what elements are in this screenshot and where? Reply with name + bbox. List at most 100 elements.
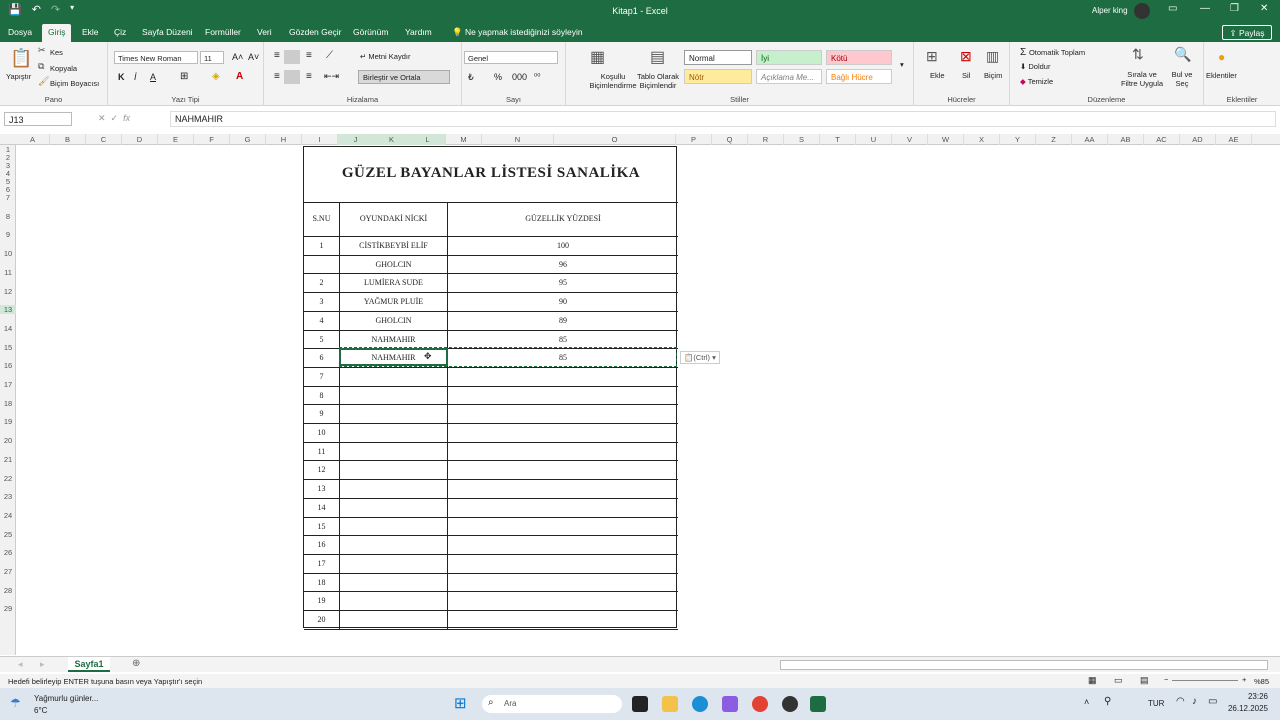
find-select-icon[interactable]: 🔍 — [1174, 46, 1191, 63]
decimal-icon[interactable]: ⁰⁰ — [534, 72, 540, 81]
row-header[interactable]: 10 — [0, 249, 16, 258]
row-header[interactable]: 14 — [0, 324, 16, 333]
start-icon[interactable]: ⊞ — [454, 694, 467, 712]
align-right-icon[interactable]: ≡ — [306, 71, 312, 82]
table-cell[interactable]: 1 — [304, 241, 339, 250]
copy-icon[interactable]: ⧉ — [38, 61, 44, 72]
borders-icon[interactable]: ⊞ — [180, 71, 188, 82]
row-header[interactable]: 23 — [0, 492, 16, 501]
delete-cells-icon[interactable]: ⊠ — [960, 48, 972, 65]
table-cell[interactable]: 2 — [304, 278, 339, 287]
zoom-in-icon[interactable]: + — [1242, 675, 1246, 684]
volume-icon[interactable]: ♪ — [1192, 696, 1197, 707]
column-header[interactable]: O — [554, 134, 676, 145]
format-painter-icon[interactable]: 🖌 — [38, 76, 49, 87]
table-cell[interactable]: 9 — [304, 409, 339, 418]
bold-button[interactable]: K — [118, 72, 125, 82]
column-header[interactable]: D — [122, 134, 158, 145]
row-header[interactable]: 13 — [0, 305, 16, 315]
table-cell[interactable]: 14 — [304, 503, 339, 512]
column-header[interactable]: Q — [712, 134, 748, 145]
table-cell[interactable]: 15 — [304, 522, 339, 531]
row-header[interactable]: 24 — [0, 511, 16, 520]
merge-center-button[interactable]: Birleştir ve Ortala — [358, 70, 450, 84]
zoom-slider[interactable] — [1172, 680, 1238, 681]
zoom-out-icon[interactable]: − — [1164, 675, 1168, 684]
column-header[interactable]: I — [302, 134, 338, 145]
copilot-icon[interactable] — [722, 696, 738, 712]
paste-button[interactable]: Yapıştır — [6, 72, 31, 81]
tab-ekle[interactable]: Ekle — [82, 27, 99, 37]
row-header[interactable]: 15 — [0, 343, 16, 352]
ribbon-display-icon[interactable]: ▭ — [1168, 3, 1177, 14]
copy-button[interactable]: Kopyala — [50, 64, 77, 73]
tab-giris[interactable]: Giriş — [42, 24, 72, 42]
conditional-format-icon[interactable]: ▦ — [590, 47, 605, 67]
style-iyi[interactable]: İyi — [756, 50, 822, 65]
column-header[interactable]: U — [856, 134, 892, 145]
table-title[interactable]: GÜZEL BAYANLAR LİSTESİ SANALİKA — [304, 165, 678, 182]
table-header-cell[interactable]: S.NU — [304, 214, 339, 223]
table-cell[interactable]: 90 — [448, 297, 678, 306]
table-cell[interactable]: 10 — [304, 428, 339, 437]
wrap-text-button[interactable]: ↵ Metni Kaydır — [360, 52, 410, 61]
tab-veri[interactable]: Veri — [257, 27, 272, 37]
horizontal-scrollbar[interactable] — [780, 660, 1268, 670]
decrease-font-icon[interactable]: A˅ — [248, 52, 259, 62]
table-header-cell[interactable]: OYUNDAKİ NİCKİ — [340, 214, 447, 223]
sheet-tab-sayfa1[interactable]: Sayfa1 — [68, 657, 110, 672]
tab-gorunum[interactable]: Görünüm — [353, 27, 388, 37]
column-header[interactable]: C — [86, 134, 122, 145]
format-cells-button[interactable]: Biçim — [984, 71, 1002, 80]
addins-icon[interactable]: ● — [1218, 50, 1225, 64]
add-sheet-icon[interactable]: ⊕ — [132, 658, 140, 669]
column-header[interactable]: S — [784, 134, 820, 145]
fx-icon[interactable]: ✕ ✓ fx — [98, 113, 130, 124]
style-bagli-hucre[interactable]: Bağlı Hücre — [826, 69, 892, 84]
edge-icon[interactable] — [692, 696, 708, 712]
table-cell[interactable]: 89 — [448, 316, 678, 325]
normal-view-icon[interactable]: ▦ — [1088, 675, 1097, 686]
minimize-button[interactable]: — — [1200, 3, 1210, 14]
orientation-icon[interactable]: ⟋ — [326, 50, 333, 61]
avatar[interactable] — [1134, 3, 1150, 19]
row-header[interactable]: 26 — [0, 548, 16, 557]
insert-cells-button[interactable]: Ekle — [930, 71, 945, 80]
page-break-icon[interactable]: ▤ — [1140, 675, 1149, 686]
table-cell[interactable]: 6 — [304, 353, 339, 362]
tab-dosya[interactable]: Dosya — [8, 27, 32, 37]
table-cell[interactable]: 20 — [304, 615, 339, 624]
tab-sayfa-duzeni[interactable]: Sayfa Düzeni — [142, 27, 193, 37]
restore-button[interactable]: ❐ — [1230, 3, 1239, 14]
column-header[interactable]: R — [748, 134, 784, 145]
app-icon[interactable] — [782, 696, 798, 712]
sort-filter-button[interactable]: Sırala ve Filtre Uygula — [1120, 70, 1164, 88]
table-cell[interactable]: 5 — [304, 335, 339, 344]
row-header[interactable]: 28 — [0, 586, 16, 595]
column-header[interactable]: X — [964, 134, 1000, 145]
fill-color-icon[interactable]: ◈ — [212, 71, 220, 82]
table-cell[interactable]: 11 — [304, 447, 339, 456]
comma-icon[interactable]: 000 — [512, 72, 527, 82]
row-header[interactable]: 17 — [0, 380, 16, 389]
format-as-table-button[interactable]: Tablo Olarak Biçimlendir — [630, 72, 686, 90]
table-cell[interactable]: LUMİERA SUDE — [340, 278, 447, 287]
column-header[interactable]: AB — [1108, 134, 1144, 145]
cut-icon[interactable]: ✂ — [38, 45, 46, 56]
find-select-button[interactable]: Bul ve Seç — [1166, 70, 1198, 88]
column-header[interactable]: P — [676, 134, 712, 145]
excel-icon[interactable] — [810, 696, 826, 712]
user-name[interactable]: Alper king — [1092, 6, 1128, 15]
table-cell[interactable]: 13 — [304, 484, 339, 493]
table-cell[interactable]: 96 — [448, 260, 678, 269]
table-cell[interactable]: 3 — [304, 297, 339, 306]
row-header[interactable]: 29 — [0, 604, 16, 613]
row-header[interactable]: 27 — [0, 567, 16, 576]
column-header[interactable]: M — [446, 134, 482, 145]
task-view-icon[interactable] — [632, 696, 648, 712]
chrome-icon[interactable] — [752, 696, 768, 712]
next-sheet-icon[interactable]: ▸ — [40, 659, 45, 670]
sort-filter-icon[interactable]: ⇅ — [1132, 46, 1144, 63]
column-header[interactable]: T — [820, 134, 856, 145]
table-cell[interactable]: 4 — [304, 316, 339, 325]
